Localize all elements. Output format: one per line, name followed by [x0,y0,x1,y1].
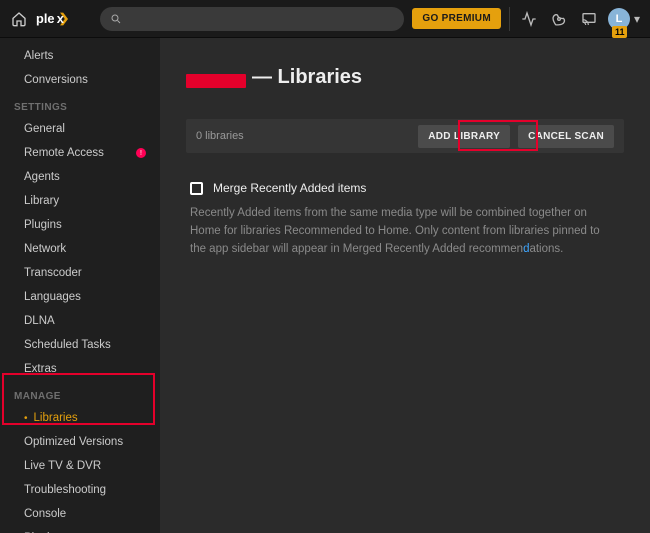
sidebar-item-scheduled-tasks[interactable]: Scheduled Tasks [0,333,160,357]
sidebar-item-label: Extras [24,363,57,375]
sidebar-item-plugins-manage[interactable]: Plugins [0,526,160,533]
sidebar-item-label: DLNA [24,315,55,327]
sidebar-item-extras[interactable]: Extras [0,357,160,381]
activity-icon[interactable] [518,8,540,30]
add-library-button[interactable]: ADD LIBRARY [418,125,510,148]
alert-dot-icon: ! [136,148,146,158]
sidebar-item-label: Languages [24,291,81,303]
page-title-text: — Libraries [252,66,362,89]
page-title: — Libraries [186,66,624,89]
sidebar-item-live-tv-dvr[interactable]: Live TV & DVR [0,454,160,478]
search-input[interactable] [100,7,404,31]
merge-option-row: Merge Recently Added items [190,181,620,195]
sidebar-item-agents[interactable]: Agents [0,165,160,189]
sidebar-item-plugins[interactable]: Plugins [0,213,160,237]
sidebar-item-label: Library [24,195,59,207]
account-menu[interactable]: L 11 ▾ [608,8,640,30]
sidebar-item-network[interactable]: Network [0,237,160,261]
plex-logo[interactable]: ple x [36,11,92,27]
sidebar-item-alerts[interactable]: Alerts [0,44,160,68]
merge-help-text: Recently Added items from the same media… [190,205,610,258]
sidebar: Alerts Conversions SETTINGS General Remo… [0,38,160,533]
svg-text:ple: ple [36,11,55,26]
chevron-down-icon: ▾ [634,12,640,26]
sidebar-heading-manage: MANAGE [0,381,160,406]
sidebar-item-library[interactable]: Library [0,189,160,213]
sidebar-item-console[interactable]: Console [0,502,160,526]
merge-checkbox[interactable] [190,182,203,195]
merge-label: Merge Recently Added items [213,181,366,195]
sidebar-item-label: Troubleshooting [24,484,106,496]
cancel-scan-button[interactable]: CANCEL SCAN [518,125,614,148]
sidebar-item-label: General [24,123,65,135]
go-premium-button[interactable]: GO PREMIUM [412,8,501,29]
sidebar-item-general[interactable]: General [0,117,160,141]
topbar: ple x GO PREMIUM L 11 ▾ [0,0,650,38]
sidebar-item-label: Console [24,508,66,520]
sidebar-item-label: Remote Access [24,147,104,159]
sidebar-item-label: Conversions [24,74,88,86]
sidebar-item-conversions[interactable]: Conversions [0,68,160,92]
sidebar-item-label: Transcoder [24,267,82,279]
sidebar-item-label: Agents [24,171,60,183]
sidebar-item-label: Optimized Versions [24,436,123,448]
sidebar-item-transcoder[interactable]: Transcoder [0,261,160,285]
sidebar-item-troubleshooting[interactable]: Troubleshooting [0,478,160,502]
main-content: — Libraries 0 libraries ADD LIBRARY CANC… [160,38,650,533]
notification-badge: 11 [612,26,628,38]
svg-text:x: x [57,11,65,26]
home-icon[interactable] [10,10,28,28]
sidebar-item-remote-access[interactable]: Remote Access ! [0,141,160,165]
redacted-server-name [186,74,246,88]
library-count: 0 libraries [196,130,244,142]
sidebar-item-label: Scheduled Tasks [24,339,111,351]
sidebar-item-label: •Libraries [24,412,78,424]
sidebar-item-label: Live TV & DVR [24,460,101,472]
sidebar-item-label: Alerts [24,50,53,62]
library-toolbar: 0 libraries ADD LIBRARY CANCEL SCAN [186,119,624,153]
sidebar-heading-settings: SETTINGS [0,92,160,117]
cast-icon[interactable] [578,8,600,30]
divider [509,7,510,31]
settings-icon[interactable] [548,8,570,30]
sidebar-item-optimized-versions[interactable]: Optimized Versions [0,430,160,454]
sidebar-item-libraries[interactable]: •Libraries [0,406,160,430]
sidebar-item-dlna[interactable]: DLNA [0,309,160,333]
sidebar-item-label: Network [24,243,66,255]
sidebar-item-languages[interactable]: Languages [0,285,160,309]
sidebar-item-label: Plugins [24,219,62,231]
